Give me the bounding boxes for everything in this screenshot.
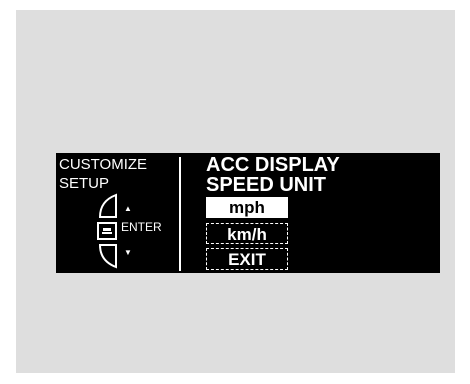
info-display-screen: CUSTOMIZE SETUP ▲ ENTER ▼ ACC DISPLAY SP… <box>56 153 440 273</box>
option-exit[interactable]: EXIT <box>206 248 288 270</box>
left-title-line2: SETUP <box>59 175 110 192</box>
divider-line <box>179 157 181 271</box>
menu-title: ACC DISPLAY SPEED UNIT <box>206 155 340 195</box>
option-mph[interactable]: mph <box>206 197 288 218</box>
option-kmh[interactable]: km/h <box>206 223 288 244</box>
customize-setup-label: CUSTOMIZE SETUP <box>59 155 147 193</box>
enter-label: ENTER <box>121 220 162 234</box>
left-title-line1: CUSTOMIZE <box>59 156 148 173</box>
menu-title-line2: SPEED UNIT <box>206 174 327 196</box>
down-triangle-icon[interactable]: ▼ <box>124 249 132 257</box>
background-panel: CUSTOMIZE SETUP ▲ ENTER ▼ ACC DISPLAY SP… <box>16 10 455 373</box>
selector-control[interactable]: ▲ ENTER ▼ <box>96 193 176 269</box>
menu-title-line1: ACC DISPLAY <box>206 154 340 176</box>
up-triangle-icon[interactable]: ▲ <box>124 205 132 213</box>
